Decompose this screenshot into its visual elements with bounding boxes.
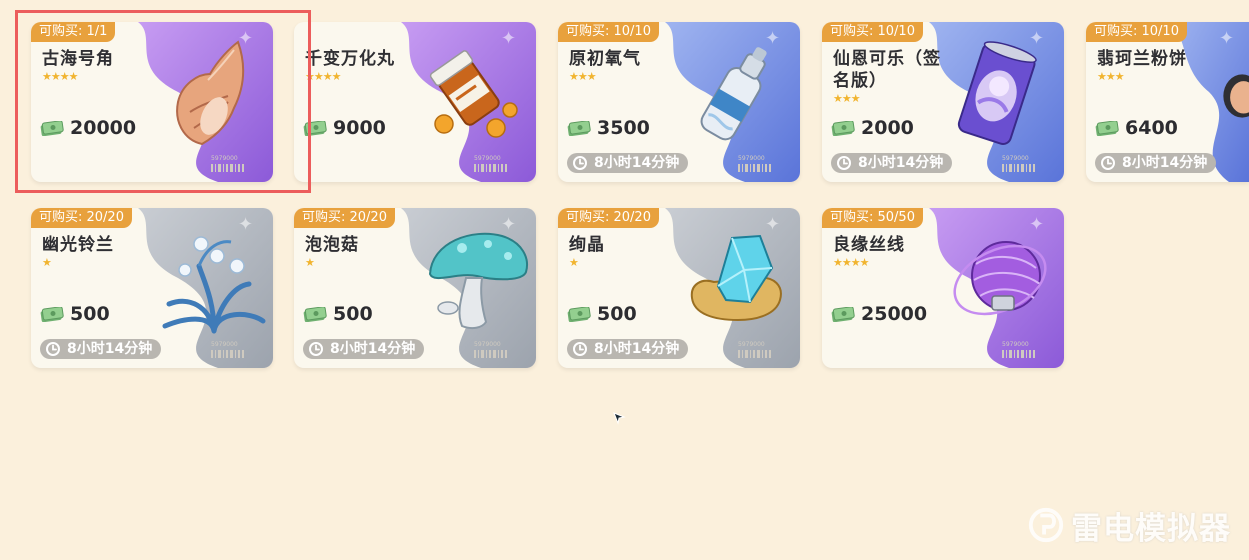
rarity-stars: ★★★: [833, 92, 861, 105]
svg-text:✦: ✦: [1219, 28, 1234, 49]
clock-icon: [309, 342, 323, 356]
cash-icon: [40, 307, 64, 322]
rarity-stars: ★★★: [1097, 70, 1125, 83]
price-value: 3500: [597, 117, 650, 139]
cash-icon: [831, 307, 855, 322]
clock-icon: [573, 156, 587, 170]
purchase-limit-badge: 可购买: 10/10: [558, 22, 659, 42]
restock-timer-text: 8小时14分钟: [594, 155, 680, 171]
price: 500: [567, 302, 637, 326]
barcode-decoration: [474, 154, 508, 174]
shop-item-card[interactable]: ✦ 可购买: 10/10 原初氧气 ★★★ 3500 8小时14分钟: [558, 22, 800, 182]
mushroom-icon: [428, 232, 528, 330]
shop-item-card[interactable]: ✦ 可购买: 20/20 泡泡菇 ★ 500 8小时14分钟: [294, 208, 536, 368]
barcode-decoration: [211, 340, 245, 360]
yarn-ball-icon: [953, 241, 1047, 316]
rarity-stars: ★: [569, 256, 579, 269]
pill-bottle-icon: [429, 50, 518, 138]
price: 9000: [303, 116, 386, 140]
restock-timer-text: 8小时14分钟: [67, 341, 153, 357]
shop-item-card[interactable]: ✦ 可购买: 50/50 良缘丝线 ★★★★ 25000: [822, 208, 1064, 368]
shop-item-card[interactable]: ✦ 可购买: 20/20 绚晶 ★ 500 8小时14分钟: [558, 208, 800, 368]
mouse-cursor-icon: [613, 412, 626, 425]
compact-powder-icon: [1223, 74, 1249, 118]
item-name-line: 仙恩可乐（签: [833, 49, 941, 69]
price-value: 500: [333, 303, 373, 325]
watermark-text: 雷电模拟器: [1071, 510, 1231, 547]
price-value: 500: [70, 303, 110, 325]
price-value: 25000: [861, 303, 928, 325]
restock-timer: 8小时14分钟: [567, 339, 689, 359]
purchase-limit-badge: 可购买: 20/20: [294, 208, 395, 228]
restock-timer-text: 8小时14分钟: [330, 341, 416, 357]
restock-timer: 8小时14分钟: [40, 339, 162, 359]
price: 2000: [831, 116, 914, 140]
restock-timer-text: 8小时14分钟: [1122, 155, 1208, 171]
price-value: 500: [597, 303, 637, 325]
barcode-decoration: [1002, 340, 1036, 360]
oxygen-bottle-icon: [700, 47, 767, 141]
restock-timer: 8小时14分钟: [567, 153, 689, 173]
restock-timer: 8小时14分钟: [831, 153, 953, 173]
price-value: 6400: [1125, 117, 1178, 139]
item-name: 原初氧气: [569, 49, 641, 69]
clock-icon: [1101, 156, 1115, 170]
purchase-limit-badge: 可购买: 20/20: [558, 208, 659, 228]
price-value: 9000: [333, 117, 386, 139]
rarity-stars: ★★★★: [833, 256, 869, 269]
barcode-decoration: [738, 340, 772, 360]
clock-icon: [837, 156, 851, 170]
cash-icon: [1095, 121, 1119, 136]
cash-icon: [303, 307, 327, 322]
price: 6400: [1095, 116, 1178, 140]
shop-item-card[interactable]: ✦ 可购买: 10/10 翡珂兰粉饼 ★★★ 6400 8小时14分钟: [1086, 22, 1249, 182]
barcode-decoration: [474, 340, 508, 360]
item-name-line: 名版）: [833, 71, 887, 91]
restock-timer: 8小时14分钟: [303, 339, 425, 359]
rarity-stars: ★: [42, 256, 52, 269]
cash-icon: [831, 121, 855, 136]
barcode-decoration: [738, 154, 772, 174]
shop-item-card[interactable]: ✦ 可购买: 10/10 仙恩可乐（签 名版） ★★★ 2000 8小时14分钟: [822, 22, 1064, 182]
barcode-decoration: [1002, 154, 1036, 174]
crystal-icon: [690, 234, 782, 322]
price: 25000: [831, 302, 927, 326]
restock-timer-text: 8小时14分钟: [594, 341, 680, 357]
rarity-stars: ★★★: [569, 70, 597, 83]
clock-icon: [46, 342, 60, 356]
lily-of-valley-icon: [162, 236, 266, 334]
emulator-watermark: 雷电模拟器: [1027, 503, 1231, 547]
purchase-limit-badge: 可购买: 20/20: [31, 208, 132, 228]
cash-icon: [567, 307, 591, 322]
item-name: 绚晶: [569, 235, 605, 255]
price: 500: [40, 302, 110, 326]
price: 500: [303, 302, 373, 326]
selection-highlight: [15, 10, 311, 193]
item-name: 翡珂兰粉饼: [1097, 49, 1187, 69]
shop-item-card[interactable]: ✦ 可购买: 20/20 幽光铃兰 ★ 500 8小时14分钟: [31, 208, 273, 368]
cash-icon: [567, 121, 591, 136]
shop-item-card[interactable]: ✦ 千变万化丸 ★★★★ 9000: [294, 22, 536, 182]
item-name: 幽光铃兰: [42, 235, 114, 255]
item-name: 仙恩可乐（签 名版）: [833, 48, 941, 92]
item-name: 良缘丝线: [833, 235, 905, 255]
purchase-limit-badge: 可购买: 50/50: [822, 208, 923, 228]
soda-can-icon: [957, 41, 1037, 145]
item-name: 泡泡菇: [305, 235, 359, 255]
price: 3500: [567, 116, 650, 140]
restock-timer: 8小时14分钟: [1095, 153, 1217, 173]
purchase-limit-badge: 可购买: 10/10: [1086, 22, 1187, 42]
rarity-stars: ★: [305, 256, 315, 269]
item-name: 千变万化丸: [305, 49, 395, 69]
watermark-logo-icon: [1028, 507, 1064, 543]
price-value: 2000: [861, 117, 914, 139]
restock-timer-text: 8小时14分钟: [858, 155, 944, 171]
purchase-limit-badge: 可购买: 10/10: [822, 22, 923, 42]
clock-icon: [573, 342, 587, 356]
